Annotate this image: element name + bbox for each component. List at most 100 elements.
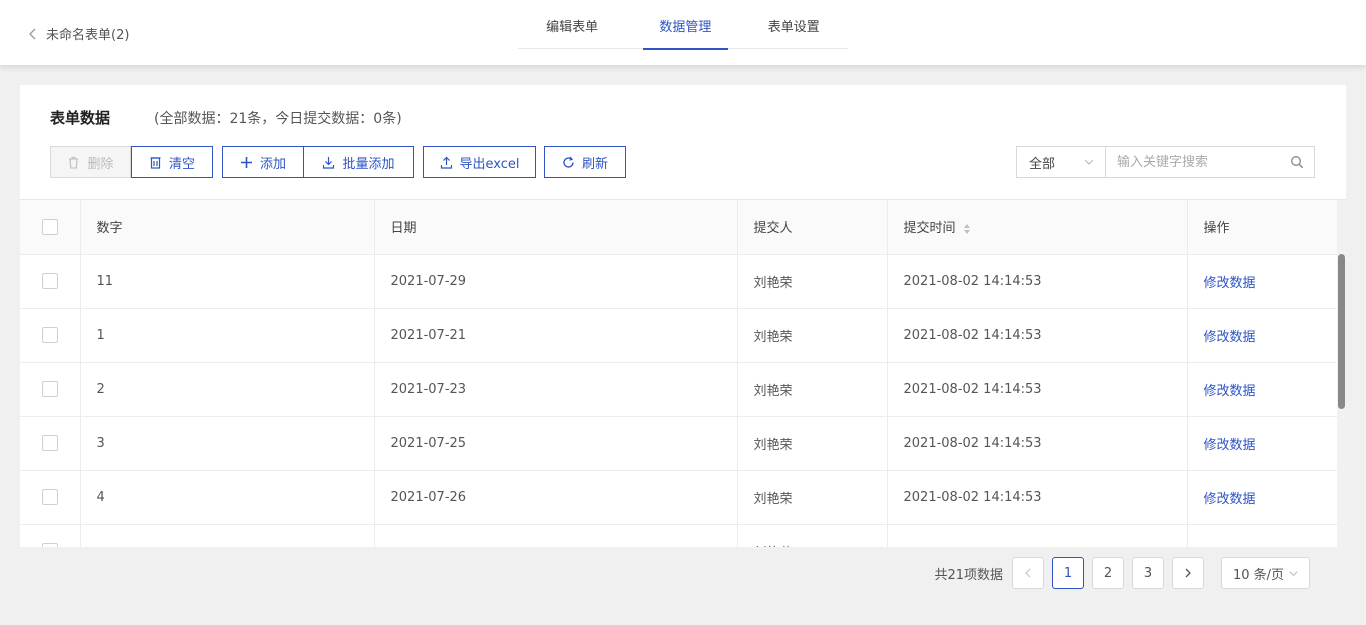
- edit-data-link[interactable]: 修改数据: [1204, 438, 1256, 453]
- refresh-button[interactable]: 刷新: [544, 146, 626, 178]
- form-name: 未命名表单(2): [46, 28, 130, 43]
- cell-submit-time: 2021-08-02 14:14:53: [887, 416, 1188, 471]
- row-checkbox[interactable]: [41, 327, 58, 343]
- download-icon: [323, 156, 335, 169]
- edit-data-link[interactable]: 修改数据: [1204, 330, 1256, 345]
- tab-bar: 编辑表单 数据管理 表单设置: [518, 0, 848, 50]
- select-all-checkbox[interactable]: [41, 218, 58, 235]
- page-title: 表单数据: [50, 109, 111, 127]
- cell-date: 2021-07-23: [374, 362, 738, 417]
- cell-submitter: 刘艳荣: [737, 416, 888, 471]
- chevron-right-icon: [1185, 568, 1191, 578]
- export-excel-button[interactable]: 导出excel: [423, 146, 536, 178]
- toolbar: 删除 清空 添加 批量添加 导出excel 刷新: [50, 146, 626, 178]
- chevron-down-icon: [1084, 159, 1094, 165]
- chevron-left-icon: [29, 28, 36, 39]
- tab-data-management[interactable]: 数据管理: [631, 0, 739, 50]
- page-button-2[interactable]: 2: [1092, 557, 1124, 589]
- table-row: 4 2021-07-26 刘艳荣 2021-08-02 14:14:53 修改数…: [20, 470, 1338, 525]
- column-header-submit-time[interactable]: 提交时间: [887, 200, 1188, 255]
- cell-submit-time: 2021-08-02 14:14:53: [887, 470, 1188, 525]
- chevron-left-icon: [1025, 568, 1031, 578]
- filter-bar: 全部: [1016, 146, 1315, 178]
- prev-page-button[interactable]: [1012, 557, 1044, 589]
- table-row: 1 2021-07-21 刘艳荣 2021-08-02 14:14:53 修改数…: [20, 308, 1338, 363]
- column-header-number: 数字: [80, 200, 375, 255]
- search-icon[interactable]: [1290, 155, 1304, 169]
- edit-data-link[interactable]: 修改数据: [1204, 276, 1256, 291]
- cell-submitter: 刘艳荣: [737, 254, 888, 309]
- top-header: 未命名表单(2) 编辑表单 数据管理 表单设置: [0, 0, 1366, 65]
- tab-edit-form[interactable]: 编辑表单: [513, 0, 631, 49]
- scrollbar-thumb[interactable]: [1338, 254, 1345, 409]
- cell-number: 2: [80, 362, 375, 417]
- row-checkbox[interactable]: [41, 273, 58, 289]
- table-row: 刘艳荣: [20, 524, 1338, 547]
- refresh-label: 刷新: [581, 156, 608, 172]
- row-checkbox[interactable]: [41, 381, 58, 397]
- cell-submitter: 刘艳荣: [737, 524, 888, 547]
- sort-icon[interactable]: [962, 222, 972, 236]
- cell-number: 11: [80, 254, 375, 309]
- data-summary: (全部数据：21条，今日提交数据：0条): [154, 111, 402, 127]
- cell-submit-time: 2021-08-02 14:14:53: [887, 362, 1188, 417]
- column-header-date: 日期: [374, 200, 738, 255]
- search-input[interactable]: [1106, 147, 1314, 177]
- clear-button[interactable]: 清空: [131, 146, 213, 178]
- cell-number: 1: [80, 308, 375, 363]
- batch-add-button[interactable]: 批量添加: [304, 146, 414, 178]
- column-header-action: 操作: [1187, 200, 1338, 255]
- table-scrollbar[interactable]: [1337, 200, 1346, 547]
- cell-number: 4: [80, 470, 375, 525]
- clear-icon: [150, 156, 161, 169]
- page-button-3[interactable]: 3: [1132, 557, 1164, 589]
- add-label: 添加: [259, 156, 286, 172]
- page-size-select[interactable]: 10 条/页: [1221, 557, 1310, 589]
- table-row: 11 2021-07-29 刘艳荣 2021-08-02 14:14:53 修改…: [20, 254, 1338, 309]
- cell-date: [374, 524, 738, 547]
- edit-data-link[interactable]: 修改数据: [1204, 492, 1256, 507]
- column-header-submitter: 提交人: [737, 200, 888, 255]
- panel-header: 表单数据 (全部数据：21条，今日提交数据：0条): [50, 107, 402, 128]
- trash-icon: [69, 156, 79, 169]
- export-label: 导出excel: [459, 156, 520, 172]
- add-button[interactable]: 添加: [222, 146, 304, 178]
- row-checkbox[interactable]: [41, 435, 58, 451]
- cell-date: 2021-07-29: [374, 254, 738, 309]
- plus-icon: [240, 156, 252, 168]
- refresh-icon: [563, 156, 574, 168]
- cell-submitter: 刘艳荣: [737, 362, 888, 417]
- page-size-value: 10 条/页: [1233, 567, 1285, 583]
- back-button[interactable]: 未命名表单(2): [26, 24, 129, 43]
- cell-date: 2021-07-21: [374, 308, 738, 363]
- scope-select[interactable]: 全部: [1017, 147, 1106, 177]
- search-box: [1106, 147, 1314, 177]
- cell-submitter: 刘艳荣: [737, 308, 888, 363]
- cell-submit-time: [887, 524, 1188, 547]
- total-count: 共21项数据: [934, 567, 1003, 583]
- table-header-row: 数字 日期 提交人 提交时间 操作: [20, 200, 1338, 255]
- row-checkbox[interactable]: [41, 543, 58, 547]
- page-button-1[interactable]: 1: [1052, 557, 1084, 589]
- row-checkbox[interactable]: [41, 489, 58, 505]
- delete-button[interactable]: 删除: [50, 146, 131, 178]
- table-row: 3 2021-07-25 刘艳荣 2021-08-02 14:14:53 修改数…: [20, 416, 1338, 471]
- cell-submit-time: 2021-08-02 14:14:53: [887, 254, 1188, 309]
- cell-number: [80, 524, 375, 547]
- cell-submitter: 刘艳荣: [737, 470, 888, 525]
- next-page-button[interactable]: [1172, 557, 1204, 589]
- cell-date: 2021-07-25: [374, 416, 738, 471]
- chevron-down-icon: [1289, 570, 1298, 576]
- delete-label: 删除: [87, 156, 114, 172]
- scope-value: 全部: [1029, 156, 1056, 172]
- data-table: 数字 日期 提交人 提交时间 操作 11 2021-07-29 刘艳荣 2021…: [20, 200, 1338, 547]
- submit-time-label: 提交时间: [903, 221, 956, 237]
- edit-data-link[interactable]: 修改数据: [1204, 384, 1256, 399]
- upload-icon: [440, 156, 452, 169]
- data-panel: 表单数据 (全部数据：21条，今日提交数据：0条) 删除 清空 添加 批量添加 …: [20, 85, 1346, 547]
- tab-form-settings[interactable]: 表单设置: [740, 0, 848, 49]
- pagination: 共21项数据 1 2 3 10 条/页: [934, 557, 1310, 589]
- data-table-container: 数字 日期 提交人 提交时间 操作 11 2021-07-29 刘艳荣 2021…: [20, 199, 1346, 547]
- cell-submit-time: 2021-08-02 14:14:53: [887, 308, 1188, 363]
- cell-number: 3: [80, 416, 375, 471]
